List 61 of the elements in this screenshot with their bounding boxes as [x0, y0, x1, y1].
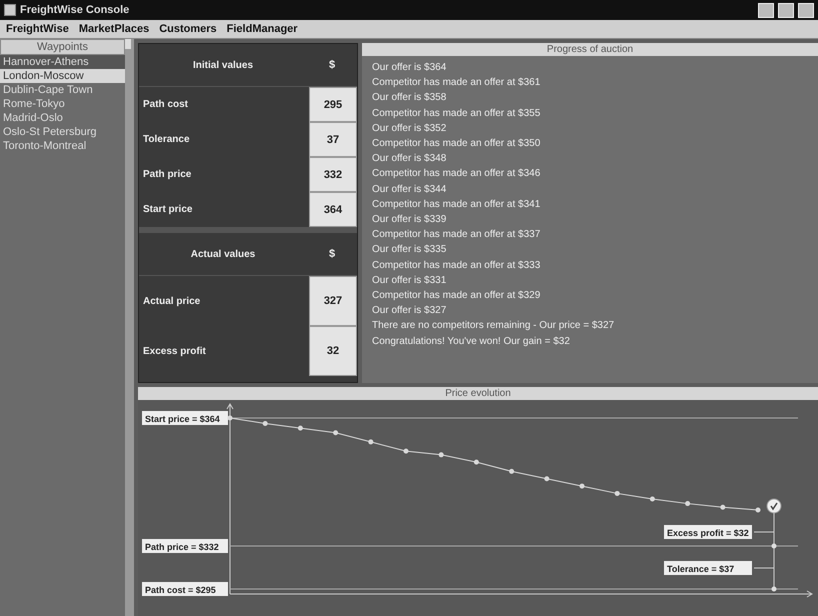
route-item[interactable]: Toronto-Montreal	[0, 139, 125, 153]
value-label: Path cost	[142, 99, 190, 110]
section-title: Initial values	[192, 60, 254, 70]
log-line: Competitor has made an offer at $341	[372, 198, 542, 212]
value-cell: 332	[309, 157, 357, 192]
annotation-label: Tolerance = $37	[664, 561, 752, 575]
log-line: Competitor has made an offer at $346	[372, 167, 542, 182]
route-item[interactable]: London-Moscow	[0, 69, 125, 83]
route-item[interactable]: Oslo-St Petersburg	[0, 125, 125, 139]
value-label: Excess profit	[142, 346, 207, 356]
minimize-button[interactable]	[758, 2, 774, 18]
scrollbar[interactable]	[125, 39, 131, 616]
value-label: Tolerance	[142, 134, 190, 145]
maximize-button[interactable]	[778, 2, 794, 18]
log-line: Our offer is $331	[372, 274, 448, 288]
reference-label: Path price = $332	[142, 539, 228, 553]
value-label: Path price	[142, 169, 192, 180]
panel-header: Progress of auction	[362, 43, 818, 56]
route-item[interactable]: Dublin-Cape Town	[0, 83, 125, 97]
route-item[interactable]: Rome-Tokyo	[0, 97, 125, 111]
list-header: Waypoints	[0, 39, 125, 55]
check-icon	[766, 498, 782, 514]
value-cell: 37	[309, 122, 357, 157]
menu-item[interactable]: FreightWise	[6, 23, 69, 35]
log-line: Our offer is $364	[372, 61, 448, 75]
reference-label: Start price = $364	[142, 411, 228, 425]
log-line: Our offer is $335	[372, 243, 448, 258]
log-line: Competitor has made an offer at $361	[372, 76, 542, 90]
unit-label: $	[328, 248, 336, 260]
value-label: Actual price	[142, 296, 202, 306]
panel-header: Price evolution	[138, 387, 818, 400]
log-line: Competitor has made an offer at $350	[372, 137, 542, 152]
value-cell: 32	[309, 326, 357, 376]
log-line: Our offer is $339	[372, 213, 448, 228]
log-line: Competitor has made an offer at $333	[372, 258, 542, 273]
menu-item[interactable]: MarketPlaces	[78, 23, 150, 35]
log-line: Competitor has made an offer at $355	[372, 106, 542, 121]
route-item[interactable]: Hannover-Athens	[0, 55, 125, 69]
log-line: Competitor has made an offer at $329	[372, 289, 542, 304]
log-line: Our offer is $358	[372, 91, 448, 106]
close-button[interactable]	[798, 2, 814, 18]
log-line: Our offer is $348	[372, 152, 448, 166]
menu-item[interactable]: Customers	[159, 23, 217, 35]
value-cell: 295	[309, 87, 357, 122]
unit-label: $	[328, 59, 336, 71]
value-cell: 327	[309, 276, 357, 326]
log-line: Competitor has made an offer at $337	[372, 228, 542, 242]
reference-label: Path cost = $295	[142, 582, 228, 596]
annotation-label: Excess profit = $32	[664, 525, 752, 539]
log-line: There are no competitors remaining - Our price = $327	[372, 319, 616, 334]
log-line: Congratulations! You've won! Our gain = $32	[372, 334, 571, 349]
log-line: Our offer is $327	[372, 304, 448, 318]
log-line: Our offer is $344	[372, 182, 448, 197]
app-icon	[4, 4, 16, 16]
section-title: Actual values	[190, 248, 256, 260]
route-item[interactable]: Madrid-Oslo	[0, 111, 125, 125]
menu-item[interactable]: FieldManager	[226, 23, 298, 35]
value-label: Start price	[142, 204, 194, 215]
log-line: Our offer is $352	[372, 122, 448, 136]
window-title: FreightWise Console	[20, 4, 130, 16]
value-cell: 364	[309, 192, 357, 227]
